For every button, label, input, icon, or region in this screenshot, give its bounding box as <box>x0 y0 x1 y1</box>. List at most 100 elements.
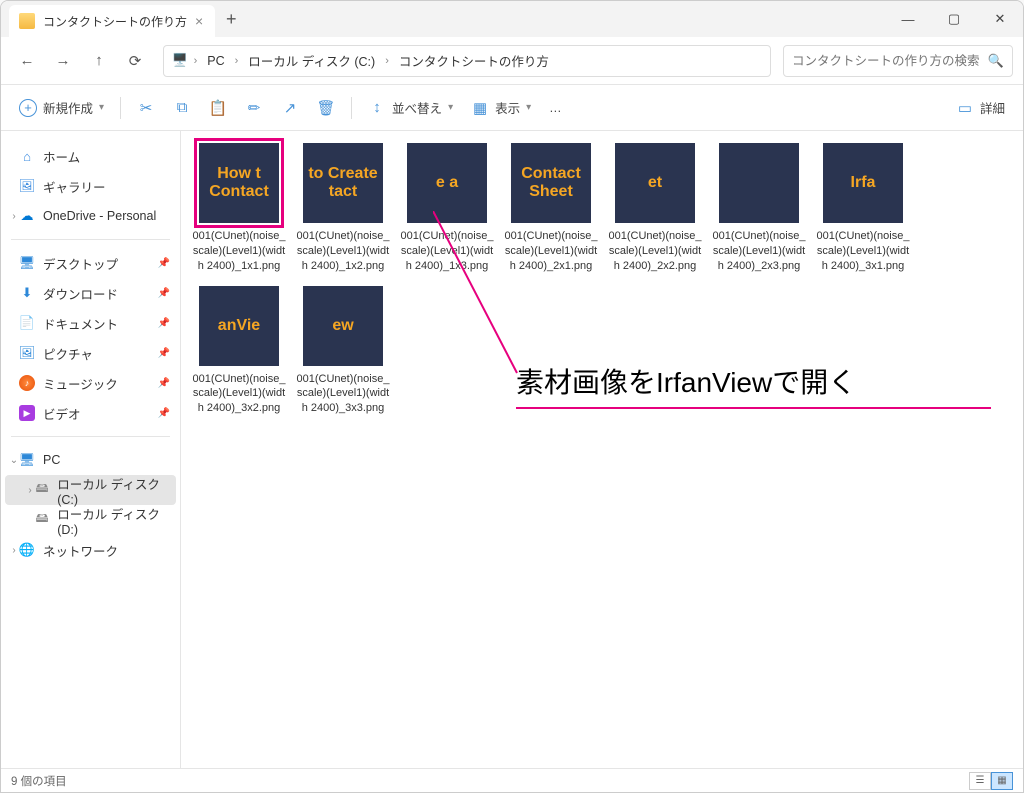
sidebar-pictures[interactable]: 🖼 ピクチャ 📌 <box>5 338 176 368</box>
thumb-text: anVie <box>218 317 260 335</box>
file-name: 001(CUnet)(noise_scale)(Level1)(width 24… <box>503 229 599 274</box>
file-name: 001(CUnet)(noise_scale)(Level1)(width 24… <box>815 229 911 274</box>
file-item[interactable]: How t Contact001(CUnet)(noise_scale)(Lev… <box>191 141 287 274</box>
chevron-right-icon: › <box>194 55 198 67</box>
rename-button[interactable]: ✏ <box>237 92 271 124</box>
file-name: 001(CUnet)(noise_scale)(Level1)(width 24… <box>711 229 807 274</box>
maximize-button[interactable]: ▢ <box>931 1 977 37</box>
sidebar-label: デスクトップ <box>43 254 118 273</box>
chevron-down-icon[interactable]: ⌄ <box>7 455 21 466</box>
command-bar: + 新規作成 ▾ ✂ ⧉ 📋 ✏ ↗ 🗑 ↕ 並べ替え ▾ ▦ 表示 ▾ … ▭… <box>1 85 1023 131</box>
chevron-down-icon: ▾ <box>99 102 104 113</box>
title-bar: コンタクトシートの作り方 × + — ▢ ✕ <box>1 1 1023 37</box>
file-thumbnail: Contact Sheet <box>511 143 591 223</box>
delete-button[interactable]: 🗑 <box>309 92 343 124</box>
sidebar-documents[interactable]: 📄 ドキュメント 📌 <box>5 308 176 338</box>
music-icon: ♪ <box>19 375 35 391</box>
file-name: 001(CUnet)(noise_scale)(Level1)(width 24… <box>191 372 287 417</box>
file-item[interactable]: anVie 001(CUnet)(noise_scale)(Level1)(wid… <box>191 284 287 417</box>
up-button[interactable]: ↑ <box>83 45 115 77</box>
chevron-down-icon: ▾ <box>526 102 531 113</box>
details-view-button[interactable]: ☰ <box>969 772 991 790</box>
pin-icon: 📌 <box>158 408 170 419</box>
file-item[interactable]: to Create tact001(CUnet)(noise_scale)(Le… <box>295 141 391 274</box>
sidebar-label: ダウンロード <box>43 284 118 303</box>
sort-icon: ↕ <box>368 99 386 117</box>
separator <box>351 97 352 119</box>
chevron-right-icon[interactable]: › <box>23 485 37 496</box>
view-label: 表示 <box>495 98 520 117</box>
breadcrumb-folder[interactable]: コンタクトシートの作り方 <box>395 49 553 72</box>
file-thumbnail: et <box>615 143 695 223</box>
sidebar-label: ローカル ディスク (D:) <box>57 504 170 537</box>
disk-icon: 🖴 <box>35 512 49 528</box>
new-tab-button[interactable]: + <box>215 1 247 37</box>
address-bar[interactable]: 🖥️ › PC › ローカル ディスク (C:) › コンタクトシートの作り方 <box>163 45 771 77</box>
chevron-right-icon[interactable]: › <box>7 545 21 556</box>
view-button[interactable]: ▦ 表示 ▾ <box>463 92 539 124</box>
search-input[interactable] <box>792 54 988 68</box>
sidebar-label: ドキュメント <box>43 314 118 333</box>
video-icon: ▶ <box>19 405 35 421</box>
file-grid[interactable]: How t Contact001(CUnet)(noise_scale)(Lev… <box>181 131 1023 768</box>
tab-close-button[interactable]: × <box>195 13 203 29</box>
sort-button[interactable]: ↕ 並べ替え ▾ <box>360 92 461 124</box>
sidebar-label: OneDrive - Personal <box>43 209 156 223</box>
sidebar-home[interactable]: ⌂ ホーム <box>5 141 176 171</box>
sidebar-label: ホーム <box>43 147 80 166</box>
file-thumbnail: e a <box>407 143 487 223</box>
minimize-button[interactable]: — <box>885 1 931 37</box>
network-icon: 🌐 <box>19 542 35 558</box>
file-item[interactable]: Irfa001(CUnet)(noise_scale)(Level1)(widt… <box>815 141 911 274</box>
file-item[interactable]: Contact Sheet 001(CUnet)(noise_scale)(Lev… <box>503 141 599 274</box>
desktop-icon: 🖥 <box>19 255 35 271</box>
window-close-button[interactable]: ✕ <box>977 1 1023 37</box>
status-bar: 9 個の項目 ☰ ▦ <box>1 768 1023 792</box>
sidebar-music[interactable]: ♪ ミュージック 📌 <box>5 368 176 398</box>
details-panel-button[interactable]: ▭ 詳細 <box>948 92 1013 124</box>
thumbnails-view-button[interactable]: ▦ <box>991 772 1013 790</box>
view-icon: ▦ <box>471 99 489 117</box>
share-icon: ↗ <box>281 99 299 117</box>
file-item[interactable]: 001(CUnet)(noise_scale)(Level1)(width 24… <box>711 141 807 274</box>
pin-icon: 📌 <box>158 378 170 389</box>
forward-button[interactable]: → <box>47 45 79 77</box>
sidebar-desktop[interactable]: 🖥 デスクトップ 📌 <box>5 248 176 278</box>
sidebar-disk-c[interactable]: › 🖴 ローカル ディスク (C:) <box>5 475 176 505</box>
cut-button[interactable]: ✂ <box>129 92 163 124</box>
file-name: 001(CUnet)(noise_scale)(Level1)(width 24… <box>399 229 495 274</box>
explorer-window: コンタクトシートの作り方 × + — ▢ ✕ ← → ↑ ⟳ 🖥️ › PC ›… <box>0 0 1024 793</box>
sidebar-label: ピクチャ <box>43 344 93 363</box>
sidebar-videos[interactable]: ▶ ビデオ 📌 <box>5 398 176 428</box>
file-item[interactable]: ew001(CUnet)(noise_scale)(Level1)(width … <box>295 284 391 417</box>
file-item[interactable]: e a 001(CUnet)(noise_scale)(Level1)(width… <box>399 141 495 274</box>
sidebar-gallery[interactable]: 🖼 ギャラリー <box>5 171 176 201</box>
pin-icon: 📌 <box>158 318 170 329</box>
pin-icon: 📌 <box>158 288 170 299</box>
active-tab[interactable]: コンタクトシートの作り方 × <box>9 5 215 37</box>
sidebar-label: PC <box>43 453 60 467</box>
separator <box>120 97 121 119</box>
new-button[interactable]: + 新規作成 ▾ <box>11 92 112 124</box>
file-name: 001(CUnet)(noise_scale)(Level1)(width 24… <box>295 229 391 274</box>
sidebar-downloads[interactable]: ⬇ ダウンロード 📌 <box>5 278 176 308</box>
file-name: 001(CUnet)(noise_scale)(Level1)(width 24… <box>191 229 287 274</box>
sidebar-pc[interactable]: ⌄ 🖥 PC <box>5 445 176 475</box>
copy-button[interactable]: ⧉ <box>165 92 199 124</box>
file-name: 001(CUnet)(noise_scale)(Level1)(width 24… <box>295 372 391 417</box>
chevron-right-icon[interactable]: › <box>7 211 21 222</box>
back-button[interactable]: ← <box>11 45 43 77</box>
sidebar-onedrive[interactable]: › ☁ OneDrive - Personal <box>5 201 176 231</box>
breadcrumb-disk[interactable]: ローカル ディスク (C:) <box>244 49 379 72</box>
pin-icon: 📌 <box>158 348 170 359</box>
refresh-button[interactable]: ⟳ <box>119 45 151 77</box>
file-item[interactable]: et001(CUnet)(noise_scale)(Level1)(width … <box>607 141 703 274</box>
paste-button[interactable]: 📋 <box>201 92 235 124</box>
search-box[interactable]: 🔍 <box>783 45 1013 77</box>
share-button[interactable]: ↗ <box>273 92 307 124</box>
sidebar-network[interactable]: › 🌐 ネットワーク <box>5 535 176 565</box>
breadcrumb-pc[interactable]: PC <box>203 52 228 70</box>
paste-icon: 📋 <box>209 99 227 117</box>
more-button[interactable]: … <box>541 92 570 124</box>
sidebar-disk-d[interactable]: 🖴 ローカル ディスク (D:) <box>5 505 176 535</box>
